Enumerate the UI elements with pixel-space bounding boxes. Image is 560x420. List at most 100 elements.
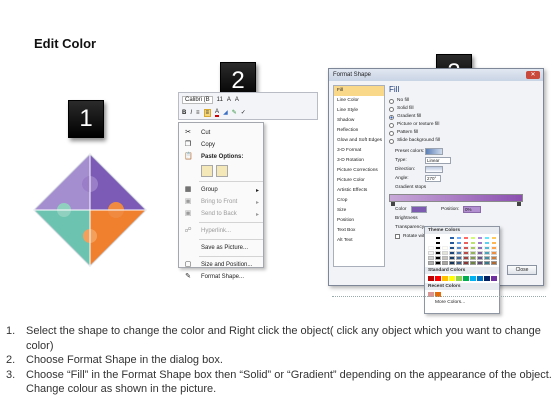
theme-color-swatch[interactable] xyxy=(470,236,476,240)
nav-item-position[interactable]: Position xyxy=(334,216,384,226)
align-center-icon[interactable]: ≡ xyxy=(203,108,212,117)
align-left-icon[interactable]: ≡ xyxy=(196,110,200,116)
theme-color-swatch[interactable] xyxy=(470,261,476,265)
font-name-box[interactable]: Calibri (B xyxy=(182,95,213,104)
dialog-close-icon[interactable]: ✕ xyxy=(526,71,540,79)
theme-color-swatch[interactable] xyxy=(442,236,448,240)
theme-color-swatch[interactable] xyxy=(428,241,434,245)
standard-color-swatch[interactable] xyxy=(484,276,490,281)
standard-color-swatch[interactable] xyxy=(477,276,483,281)
theme-color-swatch[interactable] xyxy=(449,256,455,260)
theme-color-swatch[interactable] xyxy=(463,251,469,255)
option-solid-fill[interactable]: Solid fill xyxy=(389,105,539,113)
theme-color-swatch[interactable] xyxy=(484,236,490,240)
theme-color-swatch[interactable] xyxy=(435,261,441,265)
color-picker-button[interactable] xyxy=(411,206,427,213)
option-slide-background-fill[interactable]: Slide background fill xyxy=(389,137,539,145)
format-painter-icon[interactable]: ✓ xyxy=(241,109,246,116)
nav-item-reflection[interactable]: Reflection xyxy=(334,126,384,136)
theme-color-swatch[interactable] xyxy=(477,261,483,265)
theme-color-swatch[interactable] xyxy=(428,236,434,240)
theme-color-swatch[interactable] xyxy=(449,261,455,265)
theme-color-swatch[interactable] xyxy=(484,241,490,245)
dialog-close-button[interactable]: Close xyxy=(507,265,537,275)
theme-color-swatch[interactable] xyxy=(463,246,469,250)
theme-color-swatch[interactable] xyxy=(442,261,448,265)
shrink-font-icon[interactable]: A xyxy=(235,97,239,103)
nav-item-shadow[interactable]: Shadow xyxy=(334,116,384,126)
theme-color-swatch[interactable] xyxy=(442,246,448,250)
standard-color-swatch[interactable] xyxy=(428,276,434,281)
theme-color-swatch[interactable] xyxy=(463,261,469,265)
theme-color-swatch[interactable] xyxy=(435,251,441,255)
menu-item-format-shape[interactable]: ✎ Format Shape... xyxy=(179,271,263,283)
theme-color-swatch[interactable] xyxy=(428,256,434,260)
theme-color-swatch[interactable] xyxy=(435,246,441,250)
theme-color-swatch[interactable] xyxy=(428,251,434,255)
standard-color-swatch[interactable] xyxy=(470,276,476,281)
option-picture-fill[interactable]: Picture or texture fill xyxy=(389,121,539,129)
nav-item-fill[interactable]: Fill xyxy=(334,86,384,96)
nav-item-3d-rotation[interactable]: 3-D Rotation xyxy=(334,156,384,166)
theme-color-swatch[interactable] xyxy=(470,241,476,245)
nav-item-crop[interactable]: Crop xyxy=(334,196,384,206)
puzzle-diamond-shape[interactable] xyxy=(30,150,150,270)
option-gradient-fill[interactable]: Gradient fill xyxy=(389,113,539,121)
nav-item-line-color[interactable]: Line Color xyxy=(334,96,384,106)
font-color-icon[interactable]: A xyxy=(215,109,220,117)
menu-item-size-and-position[interactable]: ▢ Size and Position... xyxy=(179,259,263,271)
theme-color-swatch[interactable] xyxy=(442,241,448,245)
paste-picture-icon[interactable] xyxy=(216,165,228,177)
theme-color-swatch[interactable] xyxy=(491,251,497,255)
nav-item-picture-color[interactable]: Picture Color xyxy=(334,176,384,186)
theme-color-swatch[interactable] xyxy=(484,246,490,250)
paste-keep-formatting-icon[interactable] xyxy=(201,165,213,177)
theme-color-swatch[interactable] xyxy=(442,256,448,260)
menu-item-send-to-back[interactable]: ▣ Send to Back ▸ xyxy=(179,208,263,220)
standard-color-swatch[interactable] xyxy=(491,276,497,281)
option-pattern-fill[interactable]: Pattern fill xyxy=(389,129,539,137)
theme-color-swatch[interactable] xyxy=(456,261,462,265)
standard-color-swatch[interactable] xyxy=(435,276,441,281)
preset-colors-dropdown[interactable] xyxy=(425,148,443,155)
shape-outline-icon[interactable]: ✎ xyxy=(232,109,237,116)
theme-color-swatch[interactable] xyxy=(463,256,469,260)
type-dropdown[interactable]: Linear xyxy=(425,157,451,164)
nav-item-text-box[interactable]: Text Box xyxy=(334,226,384,236)
theme-color-swatch[interactable] xyxy=(470,246,476,250)
theme-color-swatch[interactable] xyxy=(484,256,490,260)
gradient-stops-slider[interactable] xyxy=(389,194,523,206)
theme-color-swatch[interactable] xyxy=(484,261,490,265)
nav-item-glow[interactable]: Glow and Soft Edges xyxy=(334,136,384,146)
theme-color-swatch[interactable] xyxy=(491,256,497,260)
standard-color-swatch[interactable] xyxy=(449,276,455,281)
theme-color-swatch[interactable] xyxy=(428,246,434,250)
theme-color-swatch[interactable] xyxy=(484,251,490,255)
more-colors-button[interactable]: More Colors... xyxy=(425,299,499,307)
theme-color-swatch[interactable] xyxy=(477,251,483,255)
theme-color-swatch[interactable] xyxy=(428,261,434,265)
font-size-box[interactable]: 11 xyxy=(217,97,223,103)
direction-dropdown[interactable] xyxy=(425,166,443,173)
menu-item-save-as-picture[interactable]: Save as Picture... xyxy=(179,242,263,254)
nav-item-3d-format[interactable]: 3-D Format xyxy=(334,146,384,156)
nav-item-size[interactable]: Size xyxy=(334,206,384,216)
theme-color-swatch[interactable] xyxy=(449,246,455,250)
nav-item-line-style[interactable]: Line Style xyxy=(334,106,384,116)
standard-color-swatch[interactable] xyxy=(442,276,448,281)
theme-color-swatch[interactable] xyxy=(449,236,455,240)
nav-item-picture-corrections[interactable]: Picture Corrections xyxy=(334,166,384,176)
option-no-fill[interactable]: No fill xyxy=(389,97,539,105)
nav-item-alt-text[interactable]: Alt Text xyxy=(334,236,384,246)
theme-color-swatch[interactable] xyxy=(456,246,462,250)
theme-color-swatch[interactable] xyxy=(477,256,483,260)
menu-item-cut[interactable]: ✂ Cut xyxy=(179,127,263,139)
theme-color-swatch[interactable] xyxy=(456,256,462,260)
menu-item-bring-to-front[interactable]: ▣ Bring to Front ▸ xyxy=(179,196,263,208)
theme-color-swatch[interactable] xyxy=(491,241,497,245)
theme-color-swatch[interactable] xyxy=(463,236,469,240)
theme-color-swatch[interactable] xyxy=(435,241,441,245)
rotate-checkbox[interactable] xyxy=(395,234,400,239)
menu-item-hyperlink[interactable]: ☍ Hyperlink... xyxy=(179,225,263,237)
position-input[interactable]: 0% xyxy=(463,206,481,213)
